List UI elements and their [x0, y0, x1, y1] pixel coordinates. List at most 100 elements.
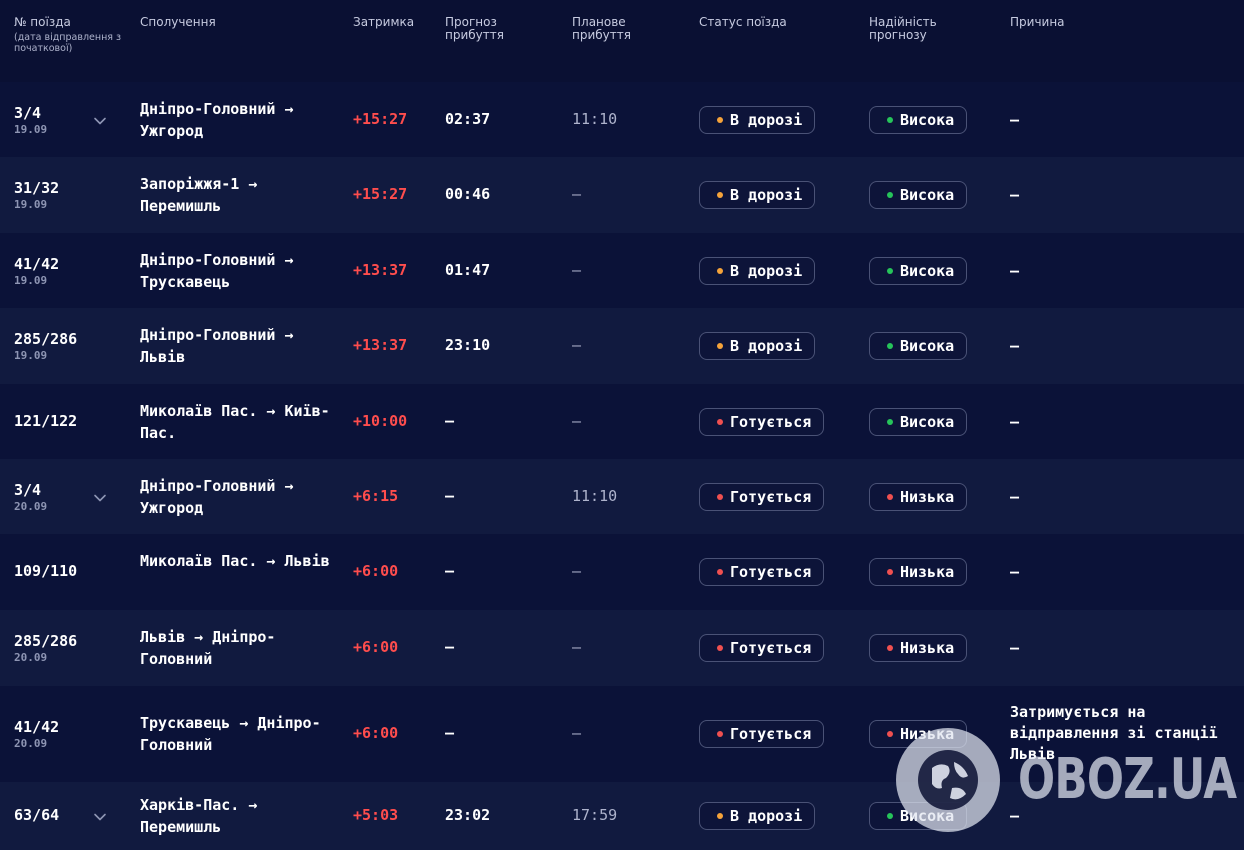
reliability-dot-icon — [887, 813, 893, 819]
delay-reason: — — [1010, 110, 1020, 129]
status-label: В дорозі — [730, 261, 803, 280]
status-badge: В дорозі — [699, 105, 816, 134]
status-dot-icon — [717, 343, 723, 349]
status-label: Готується — [730, 412, 812, 431]
reliability-label: Висока — [900, 186, 955, 204]
reliability-label: Висока — [900, 337, 955, 355]
planned-arrival: — — [572, 638, 582, 656]
status-label: В дорозі — [730, 337, 803, 355]
train-number: 285/286 20.09 — [14, 632, 77, 664]
delay-reason: — — [1010, 639, 1020, 657]
route-to: Ужгород — [140, 498, 204, 517]
table-row[interactable]: 285/286 19.09 Дніпро-Головний → Львів +13:3… — [0, 308, 1244, 384]
route: Дніпро-Головний → Ужгород — [140, 98, 330, 142]
chevron-down-icon[interactable] — [93, 490, 107, 504]
forecast-arrival: 23:10 — [445, 336, 491, 354]
chevron-down-icon[interactable] — [93, 113, 107, 127]
table-row[interactable]: 121/122 Миколаїв Пас. → Київ-Пас. +10:00 — —… — [0, 384, 1244, 459]
status-dot-icon — [717, 267, 723, 274]
departure-date: 20.09 — [14, 499, 48, 513]
train-number-value: 3/4 — [14, 103, 42, 122]
train-number-value: 121/122 — [14, 411, 78, 430]
table-row[interactable]: 109/110 Миколаїв Пас. → Львів +6:00 — — Готує… — [0, 534, 1244, 610]
status-dot-icon — [717, 569, 723, 575]
table-row[interactable]: 63/64 Харків-Пас. → Перемишль +5:03 23:02 17… — [0, 782, 1244, 850]
route: Запоріжжя-1 → Перемишль — [140, 173, 330, 217]
status-badge: Готується — [699, 482, 825, 511]
train-number: 3/4 20.09 — [14, 481, 47, 513]
chevron-down-icon[interactable] — [93, 809, 107, 823]
reliability-label: Низька — [900, 639, 955, 657]
arrow-right-icon: → — [239, 796, 258, 814]
delay-reason: — — [1010, 563, 1020, 581]
planned-arrival: — — [572, 411, 582, 430]
reliability-dot-icon — [887, 569, 893, 575]
departure-date: 20.09 — [14, 651, 48, 664]
reliability-dot-icon — [887, 343, 893, 349]
route-from: Миколаїв Пас. — [140, 401, 258, 420]
status-dot-icon — [717, 645, 723, 651]
route-from: Львів — [140, 628, 186, 646]
status-badge: Готується — [699, 558, 825, 586]
train-number-value: 285/286 — [14, 632, 78, 650]
planned-arrival: 11:10 — [572, 109, 618, 128]
route-from: Запоріжжя-1 — [140, 175, 240, 193]
delay-reason: — — [1010, 186, 1020, 204]
route: Миколаїв Пас. → Львів — [140, 550, 330, 572]
status-label: Готується — [730, 563, 812, 581]
reliability-badge: Висока — [869, 802, 968, 830]
train-number-value: 63/64 — [14, 806, 60, 824]
reliability-label: Низька — [900, 725, 955, 743]
reliability-dot-icon — [887, 418, 893, 425]
reliability-label: Висока — [900, 110, 955, 129]
status-label: В дорозі — [730, 807, 803, 825]
train-number-value: 31/32 — [14, 179, 60, 197]
header-reliability: Надійність прогнозу — [869, 15, 937, 42]
status-dot-icon — [717, 731, 723, 737]
route-to: Львів — [140, 348, 186, 366]
train-number-value: 109/110 — [14, 562, 78, 580]
delay-value: +15:27 — [353, 109, 408, 128]
planned-arrival: — — [572, 562, 582, 580]
planned-arrival: — — [572, 336, 582, 354]
reliability-label: Низька — [900, 563, 955, 581]
status-badge: В дорозі — [699, 332, 816, 360]
reliability-dot-icon — [887, 116, 893, 123]
delay-value: +6:00 — [353, 562, 399, 580]
reliability-badge: Висока — [869, 105, 968, 134]
reliability-dot-icon — [887, 493, 893, 500]
table-row[interactable]: 3/4 19.09 Дніпро-Головний → Ужгород +15:27 0… — [0, 82, 1244, 157]
status-badge: В дорозі — [699, 256, 816, 285]
header-delay: Затримка — [353, 15, 415, 29]
route-to: Перемишль — [140, 197, 222, 215]
reliability-badge: Висока — [869, 332, 968, 360]
reliability-badge: Висока — [869, 256, 968, 285]
table-row[interactable]: 31/32 19.09 Запоріжжя-1 → Перемишль +15:27 0… — [0, 157, 1244, 233]
arrow-right-icon: → — [275, 326, 294, 344]
table-header: № поїзда (дата відправлення з початкової… — [0, 0, 1244, 82]
reliability-badge: Висока — [869, 181, 968, 209]
delay-value: +10:00 — [353, 411, 408, 430]
route-from: Дніпро-Головний — [140, 250, 276, 269]
table-row[interactable]: 41/42 20.09 Трускавець → Дніпро-Головний +6… — [0, 686, 1244, 782]
status-dot-icon — [717, 418, 723, 425]
status-label: В дорозі — [730, 110, 803, 129]
table-row[interactable]: 41/42 19.09 Дніпро-Головний → Трускавець +1… — [0, 233, 1244, 308]
table-row[interactable]: 3/4 20.09 Дніпро-Головний → Ужгород +6:15 — 1… — [0, 459, 1244, 534]
reliability-dot-icon — [887, 192, 893, 198]
header-route: Сполучення — [140, 15, 216, 29]
arrow-right-icon: → — [185, 628, 213, 646]
status-label: Готується — [730, 639, 812, 657]
train-number-value: 41/42 — [14, 254, 60, 273]
forecast-arrival: — — [445, 562, 455, 580]
train-number-value: 41/42 — [14, 718, 60, 736]
route: Дніпро-Головний → Ужгород — [140, 475, 330, 519]
planned-arrival: — — [572, 260, 582, 279]
status-badge: Готується — [699, 720, 825, 748]
arrow-right-icon: → — [230, 714, 258, 732]
status-label: Готується — [730, 725, 812, 743]
table-row[interactable]: 285/286 20.09 Львів → Дніпро-Головний +6:00… — [0, 610, 1244, 686]
forecast-arrival: — — [445, 638, 455, 656]
status-dot-icon — [717, 493, 723, 500]
reliability-dot-icon — [887, 267, 893, 274]
